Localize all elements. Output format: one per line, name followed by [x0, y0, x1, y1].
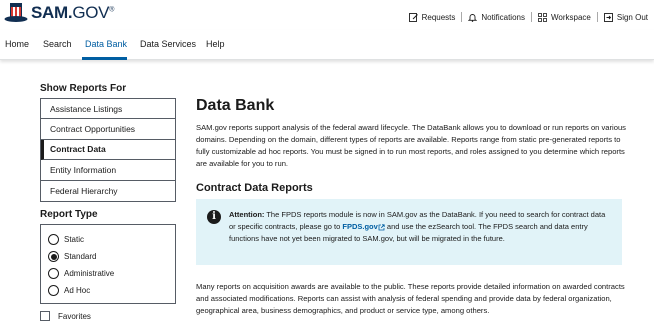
report-domain-entity-information[interactable]: Entity Information	[41, 160, 175, 181]
utility-nav: Requests Notifications Workspace Sign Ou…	[408, 12, 648, 22]
nav-data-services[interactable]: Data Services	[140, 39, 196, 49]
requests-icon	[408, 12, 418, 22]
report-type-static[interactable]: Static	[48, 234, 84, 245]
report-domain-contract-data[interactable]: Contract Data	[41, 139, 175, 161]
report-type-ad-hoc[interactable]: Ad Hoc	[48, 285, 90, 296]
requests-link[interactable]: Requests	[408, 12, 455, 22]
nav-data-bank[interactable]: Data Bank	[85, 39, 127, 49]
section-title: Contract Data Reports	[196, 182, 313, 194]
radio-static[interactable]	[48, 234, 59, 245]
info-alert: i Attention: The FPDS reports module is …	[196, 199, 622, 265]
fpds-link[interactable]: FPDS.gov	[342, 222, 377, 231]
nav-home[interactable]: Home	[5, 39, 29, 49]
acquisition-reports-paragraph: Many reports on acquisition awards are a…	[196, 282, 625, 315]
nav-search[interactable]: Search	[43, 39, 72, 49]
alert-message: Attention: The FPDS reports module is no…	[229, 210, 606, 243]
favorites-filter[interactable]: Favorites	[40, 311, 91, 321]
radio-standard[interactable]	[48, 251, 59, 262]
report-domain-assistance-listings[interactable]: Assistance Listings	[41, 99, 175, 120]
report-type-standard[interactable]: Standard	[48, 251, 96, 262]
show-reports-heading: Show Reports For	[40, 83, 127, 94]
external-link-icon	[378, 223, 385, 230]
notifications-link[interactable]: Notifications	[468, 13, 525, 22]
sam-gov-logo[interactable]: SAM.GOV®	[4, 2, 114, 24]
uncle-sam-hat-icon	[4, 3, 28, 22]
sign-out-link[interactable]: Sign Out	[603, 12, 648, 22]
report-type-group: Static Standard Administrative Ad Hoc	[40, 224, 176, 304]
workspace-grid-icon	[538, 12, 547, 22]
favorites-checkbox[interactable]	[40, 311, 50, 321]
info-icon: i	[207, 210, 221, 224]
radio-ad-hoc[interactable]	[48, 285, 59, 296]
report-domain-contract-opportunities[interactable]: Contract Opportunities	[41, 119, 175, 140]
radio-administrative[interactable]	[48, 268, 59, 279]
nav-help[interactable]: Help	[206, 39, 225, 49]
site-header: SAM.GOV® Requests Notifications Workspac…	[0, 0, 654, 30]
nav-active-indicator	[82, 57, 127, 60]
report-type-administrative[interactable]: Administrative	[48, 268, 114, 279]
report-type-heading: Report Type	[40, 209, 98, 220]
page-title: Data Bank	[196, 97, 275, 114]
utility-divider	[530, 12, 532, 22]
page-description: SAM.gov reports support analysis of the …	[196, 123, 626, 168]
utility-divider	[461, 12, 463, 22]
main-nav: Home Search Data Bank Data Services Help	[0, 30, 654, 60]
logo-wordmark: SAM.GOV®	[31, 3, 115, 22]
report-domain-federal-hierarchy[interactable]: Federal Hierarchy	[41, 181, 175, 201]
sign-out-icon	[603, 12, 613, 22]
alert-label: Attention:	[229, 210, 265, 219]
workspace-link[interactable]: Workspace	[538, 13, 591, 22]
bell-icon	[468, 13, 478, 22]
utility-divider	[596, 12, 598, 22]
report-domain-list: Assistance Listings Contract Opportuniti…	[40, 98, 176, 202]
